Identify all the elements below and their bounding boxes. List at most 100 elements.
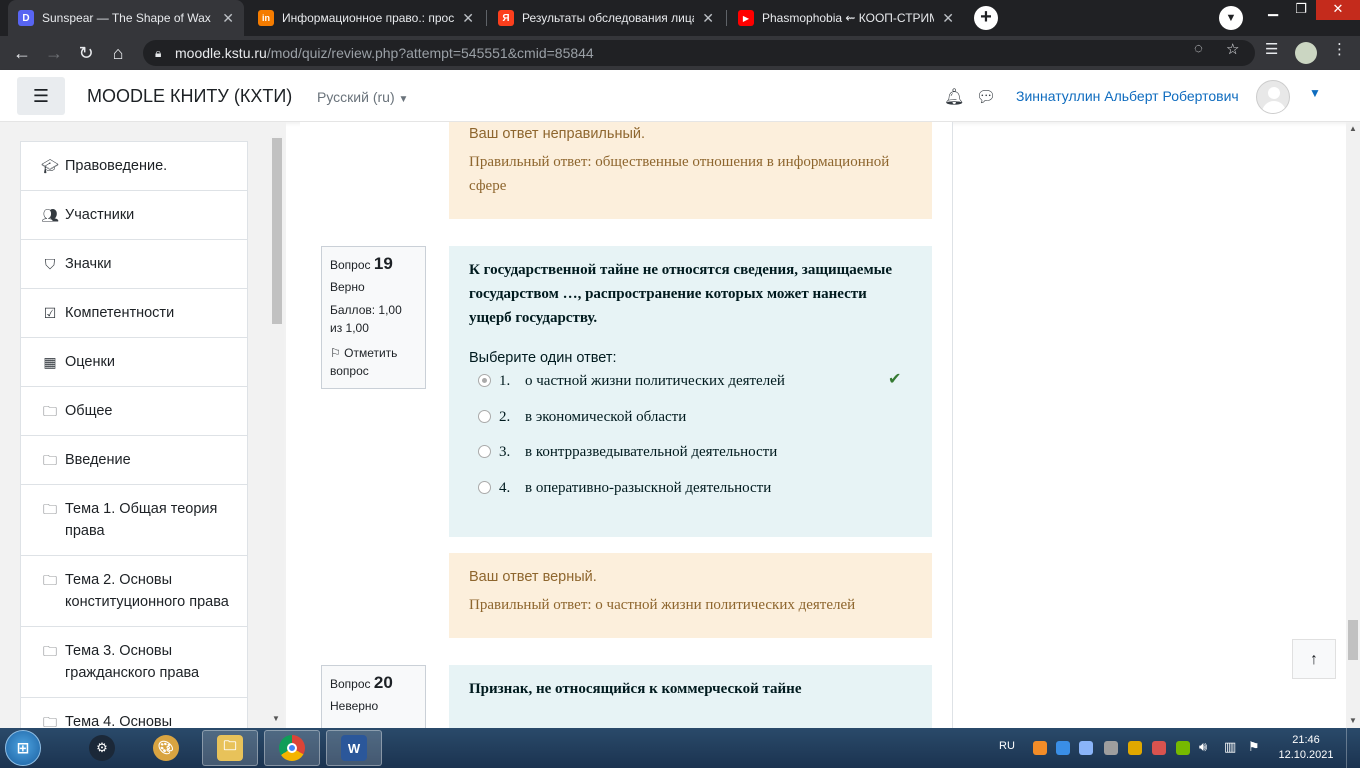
site-favicon-icon: in	[258, 10, 274, 26]
show-desktop-button[interactable]	[1346, 728, 1360, 768]
radio-button[interactable]	[478, 480, 491, 494]
scroll-down-icon[interactable]: ▼	[1349, 716, 1357, 725]
tray-app-icon[interactable]	[1079, 741, 1093, 755]
tray-app-icon[interactable]	[1104, 741, 1118, 755]
radio-button[interactable]	[478, 445, 491, 458]
answer-text: в оперативно-разыскной деятельности	[525, 479, 772, 496]
start-button[interactable]: ⊞	[5, 730, 41, 766]
drawer-item-label: Тема 2. Основы конституционного права	[65, 572, 229, 610]
new-tab-button[interactable]: +	[974, 6, 998, 30]
language-menu[interactable]: Русский (ru) ▼	[317, 89, 408, 105]
answer-number: 4.	[499, 479, 511, 496]
browser-tab-2[interactable]: in Информационное право.: прос ✕	[248, 0, 484, 36]
answer-option-3[interactable]: 3. в контрразведывательной деятельности	[469, 440, 912, 476]
radio-button[interactable]	[478, 374, 491, 387]
site-name[interactable]: MOODLE КНИТУ (КХТИ)	[87, 86, 292, 107]
taskbar-word[interactable]: W	[326, 730, 382, 766]
close-tab-icon[interactable]: ✕	[702, 10, 714, 27]
language-indicator[interactable]: RU	[999, 740, 1015, 752]
scrollbar-thumb[interactable]	[1348, 620, 1358, 660]
tab-title: Результаты обследования лица,	[522, 11, 695, 25]
question-info-20: Вопрос 20 Неверно	[321, 665, 426, 728]
drawer-toggle-button[interactable]: ☰	[17, 77, 65, 115]
browser-tab-1[interactable]: D Sunspear — The Shape of Wax ✕	[8, 0, 244, 36]
profile-avatar-icon[interactable]	[1295, 42, 1317, 64]
flag-question-link[interactable]: ⚐ Отметить вопрос	[330, 344, 417, 380]
tray-app-icon[interactable]	[1152, 741, 1166, 755]
reload-icon[interactable]: ↻	[74, 41, 98, 65]
drawer-item-general[interactable]: 🗀 Общее	[21, 387, 247, 436]
drawer-item-topic-4[interactable]: 🗀 Тема 4. Основы	[21, 698, 247, 728]
volume-icon[interactable]: 🔊︎	[1199, 739, 1207, 755]
window-close-icon[interactable]: ✕	[1316, 0, 1360, 20]
tab-title: Sunspear — The Shape of Wax	[42, 11, 211, 25]
drawer-item-label: Значки	[65, 256, 112, 272]
close-tab-icon[interactable]: ✕	[942, 10, 954, 27]
scrollbar-thumb[interactable]	[272, 138, 282, 324]
browser-tab-4[interactable]: ▶ Phasmophobia ⇜ КООП-СТРИМ ✕	[728, 0, 964, 36]
back-icon[interactable]: ←	[10, 41, 34, 65]
drawer-item-label: Компетентности	[65, 305, 175, 321]
question-number: 19	[373, 254, 393, 273]
close-tab-icon[interactable]: ✕	[222, 10, 234, 27]
question-state: Верно	[330, 280, 365, 294]
answer-option-2[interactable]: 2. в экономической области	[469, 405, 912, 441]
url-host: moodle.kstu.ru	[175, 45, 267, 61]
radio-button[interactable]	[478, 409, 491, 423]
browser-tabstrip: D Sunspear — The Shape of Wax ✕ in Инфор…	[0, 0, 1360, 36]
flag-icon: ⚐	[330, 346, 341, 360]
back-to-top-button[interactable]: ↑	[1292, 639, 1336, 679]
eye-off-icon[interactable]: ◌	[1194, 40, 1203, 57]
taskbar-chrome[interactable]	[264, 730, 320, 766]
drawer-item-badges[interactable]: ⛉ Значки	[21, 240, 247, 289]
caret-down-icon[interactable]: ▼	[1309, 86, 1321, 100]
drawer-item-label: Оценки	[65, 354, 115, 370]
action-center-icon[interactable]: ⚑	[1248, 739, 1260, 755]
tray-app-icon[interactable]	[1128, 741, 1142, 755]
quiz-review-main: Ваш ответ неправильный. Правильный ответ…	[300, 122, 952, 728]
drawer-scrollbar[interactable]: ▼	[270, 136, 284, 728]
messages-icon[interactable]: 💬︎	[976, 87, 996, 107]
drawer-item-participants[interactable]: 👥︎ Участники	[21, 191, 247, 240]
windows-taskbar: ⊞ ⚙ 🎨︎ 🗀 W RU 🔊︎ ▥ ⚑ 21:46 12.10.2021	[0, 728, 1360, 768]
word-icon: W	[341, 735, 367, 761]
drawer-item-grades[interactable]: ▦ Оценки	[21, 338, 247, 387]
network-icon[interactable]: ▥	[1224, 739, 1236, 755]
answer-option-1[interactable]: 1. о частной жизни политических деятелей…	[469, 369, 912, 405]
bell-icon[interactable]: 🔔︎	[944, 87, 964, 107]
browser-menu-icon[interactable]: ⋮	[1332, 40, 1347, 58]
reading-list-icon[interactable]: ☰	[1265, 40, 1278, 58]
drawer-item-competencies[interactable]: ☑ Компетентности	[21, 289, 247, 338]
answer-text: в экономической области	[525, 408, 687, 425]
taskbar-explorer[interactable]: 🗀	[202, 730, 258, 766]
feedback-correct-answer: Правильный ответ: общественные отношения…	[469, 154, 890, 194]
user-menu[interactable]: Зиннатуллин Альберт Робертович	[1016, 88, 1239, 104]
tray-app-icon[interactable]	[1056, 741, 1070, 755]
answer-option-4[interactable]: 4. в оперативно-разыскной деятельности	[469, 476, 912, 512]
browser-tab-3[interactable]: Я Результаты обследования лица, ✕	[488, 0, 724, 36]
page-scrollbar[interactable]: ▲ ▼	[1346, 122, 1360, 728]
question-content-19: К государственной тайне не относятся све…	[449, 246, 932, 537]
system-clock[interactable]: 21:46 12.10.2021	[1274, 733, 1338, 763]
drawer-item-course[interactable]: 🎓︎ Правоведение.	[21, 142, 247, 191]
close-tab-icon[interactable]: ✕	[462, 10, 474, 27]
drawer-item-topic-2[interactable]: 🗀 Тема 2. Основы конституционного права	[21, 556, 247, 627]
scroll-up-icon[interactable]: ▲	[1349, 124, 1357, 133]
taskbar-paint[interactable]: 🎨︎	[138, 730, 194, 766]
address-bar[interactable]: 🔒︎ moodle.kstu.ru/mod/quiz/review.php?at…	[143, 40, 1255, 66]
taskbar-steam[interactable]: ⚙	[74, 730, 130, 766]
home-icon[interactable]: ⌂	[106, 41, 130, 65]
scroll-down-icon[interactable]: ▼	[272, 714, 280, 723]
nvidia-icon[interactable]	[1176, 741, 1190, 755]
drawer-item-intro[interactable]: 🗀 Введение	[21, 436, 247, 485]
forward-icon[interactable]: →	[42, 41, 66, 65]
folder-icon: 🗀	[43, 501, 57, 517]
tab-search-icon[interactable]: ▼	[1219, 6, 1243, 30]
drawer-item-topic-1[interactable]: 🗀 Тема 1. Общая теория права	[21, 485, 247, 556]
tray-app-icon[interactable]	[1033, 741, 1047, 755]
correct-check-icon: ✔	[888, 369, 902, 388]
bookmark-star-icon[interactable]: ☆	[1226, 40, 1239, 58]
avatar[interactable]	[1256, 80, 1290, 114]
restore-icon[interactable]: ❐	[1284, 0, 1318, 20]
drawer-item-topic-3[interactable]: 🗀 Тема 3. Основы гражданского права	[21, 627, 247, 698]
